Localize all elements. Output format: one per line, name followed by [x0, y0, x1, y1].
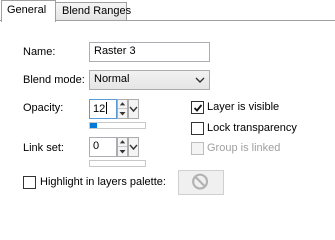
group-linked-checkbox — [191, 142, 204, 155]
blend-mode-value: Normal — [94, 73, 130, 85]
spin-down-icon[interactable] — [118, 109, 127, 118]
link-set-slider[interactable] — [89, 160, 146, 167]
spin-down-icon[interactable] — [118, 147, 127, 156]
no-color-icon — [192, 173, 209, 190]
opacity-spinbox: 12 — [89, 99, 145, 119]
lock-transparency-checkbox[interactable] — [191, 122, 204, 135]
link-set-spin-arrows — [117, 137, 128, 157]
layer-visible-label: Layer is visible — [207, 101, 280, 113]
chevron-down-icon — [129, 106, 138, 113]
highlight-color-button[interactable] — [178, 170, 224, 195]
link-set-spinbox: 0 — [89, 137, 145, 157]
link-set-input[interactable]: 0 — [89, 137, 117, 157]
name-label: Name: — [23, 46, 56, 58]
link-set-label: Link set: — [23, 142, 64, 154]
group-linked-label: Group is linked — [207, 142, 281, 154]
chevron-down-icon — [195, 77, 205, 83]
opacity-slider-fill — [90, 123, 97, 128]
layer-properties-dialog: General Blend Ranges Name: Raster 3 Blen… — [0, 0, 335, 204]
opacity-input[interactable]: 12 — [89, 99, 117, 119]
tab-general[interactable]: General — [1, 0, 56, 22]
tab-strip: General Blend Ranges — [0, 0, 335, 22]
checkmark-icon — [193, 104, 203, 112]
text-caret — [106, 102, 108, 114]
opacity-slider[interactable] — [89, 122, 146, 129]
blend-mode-select[interactable]: Normal — [89, 70, 210, 90]
spin-up-icon[interactable] — [118, 138, 127, 147]
opacity-spin-arrows — [117, 99, 128, 119]
highlight-label: Highlight in layers palette: — [40, 176, 166, 188]
opacity-label: Opacity: — [23, 102, 64, 114]
blend-mode-label: Blend mode: — [23, 74, 85, 86]
lock-transparency-label: Lock transparency — [207, 122, 297, 134]
layer-visible-checkbox[interactable] — [191, 101, 204, 114]
name-field[interactable]: Raster 3 — [89, 42, 210, 62]
highlight-checkbox[interactable] — [23, 176, 36, 189]
opacity-dropdown-button[interactable] — [128, 99, 139, 119]
opacity-value: 12 — [93, 103, 106, 115]
chevron-down-icon — [129, 144, 138, 151]
tab-blend-ranges[interactable]: Blend Ranges — [55, 2, 131, 21]
general-tab-page: Name: Raster 3 Blend mode: Normal Opacit… — [0, 20, 335, 204]
spin-up-icon[interactable] — [118, 100, 127, 109]
link-set-dropdown-button[interactable] — [128, 137, 139, 157]
